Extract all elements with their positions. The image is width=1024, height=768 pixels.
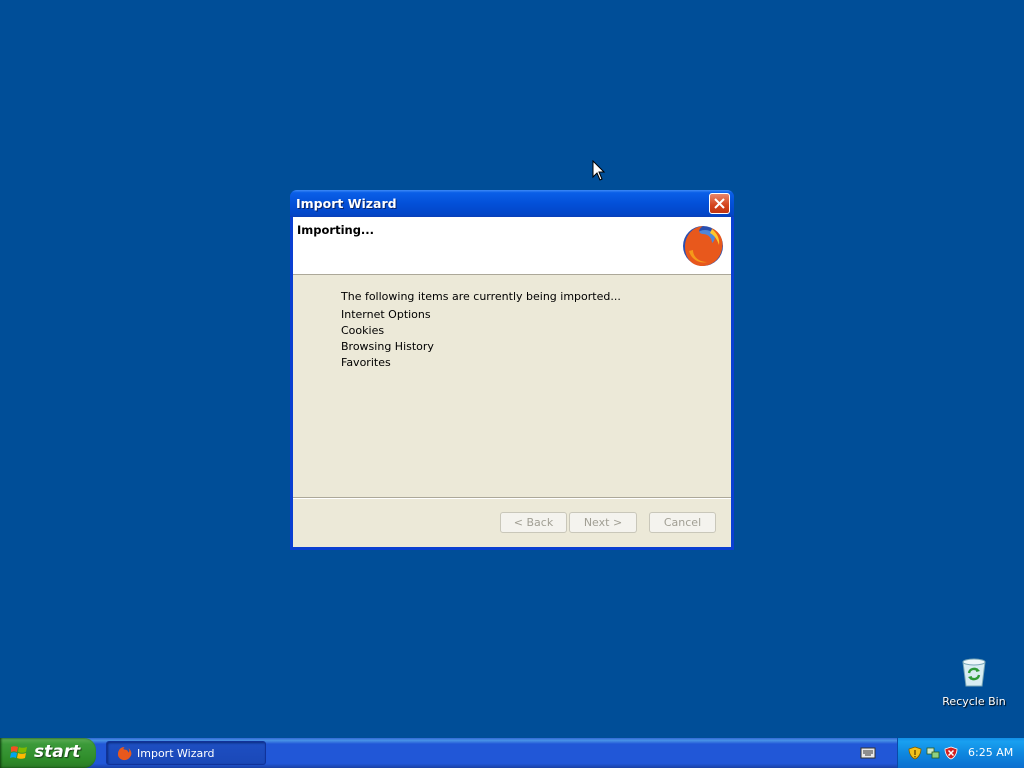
- next-button[interactable]: Next >: [569, 512, 637, 533]
- security-shield-icon[interactable]: [908, 746, 922, 760]
- wizard-header: Importing...: [293, 217, 731, 275]
- taskbar: start Import Wizard 6:25 AM: [0, 738, 1024, 768]
- firefox-icon: [117, 746, 132, 761]
- close-button[interactable]: [709, 193, 730, 214]
- start-button[interactable]: start: [0, 738, 96, 768]
- list-item: Browsing History: [341, 340, 434, 353]
- import-items-list: Internet Options Cookies Browsing Histor…: [341, 307, 621, 371]
- firefox-logo-icon: [683, 226, 723, 266]
- intro-text: The following items are currently being …: [341, 290, 621, 303]
- start-label: start: [34, 742, 81, 762]
- recycle-bin-desktop-icon[interactable]: Recycle Bin: [940, 656, 1008, 708]
- back-button[interactable]: < Back: [500, 512, 567, 533]
- import-status: The following items are currently being …: [341, 289, 621, 371]
- recycle-bin-icon: [962, 658, 986, 687]
- mouse-pointer-icon: [592, 160, 606, 181]
- close-icon: [714, 198, 725, 209]
- cancel-button[interactable]: Cancel: [649, 512, 716, 533]
- page-heading: Importing...: [297, 223, 375, 237]
- title-bar[interactable]: Import Wizard: [290, 190, 734, 217]
- keyboard-icon[interactable]: [860, 746, 876, 760]
- taskbar-item-import-wizard[interactable]: Import Wizard: [106, 741, 266, 765]
- list-item: Favorites: [341, 356, 391, 369]
- network-icon[interactable]: [926, 746, 940, 760]
- recycle-bin-label: Recycle Bin: [942, 695, 1006, 708]
- divider: [293, 497, 731, 499]
- windows-flag-icon: [10, 746, 27, 759]
- security-alert-icon[interactable]: [944, 746, 958, 760]
- import-wizard-window: Import Wizard Importing... The following…: [290, 190, 734, 550]
- list-item: Cookies: [341, 324, 385, 337]
- list-item: Internet Options: [341, 308, 431, 321]
- clock: 6:25 AM: [968, 746, 1014, 759]
- system-tray: 6:25 AM: [897, 738, 1024, 768]
- dialog-client-area: Importing... The following items are cur…: [293, 217, 731, 547]
- window-title: Import Wizard: [296, 196, 397, 211]
- task-label: Import Wizard: [137, 747, 215, 760]
